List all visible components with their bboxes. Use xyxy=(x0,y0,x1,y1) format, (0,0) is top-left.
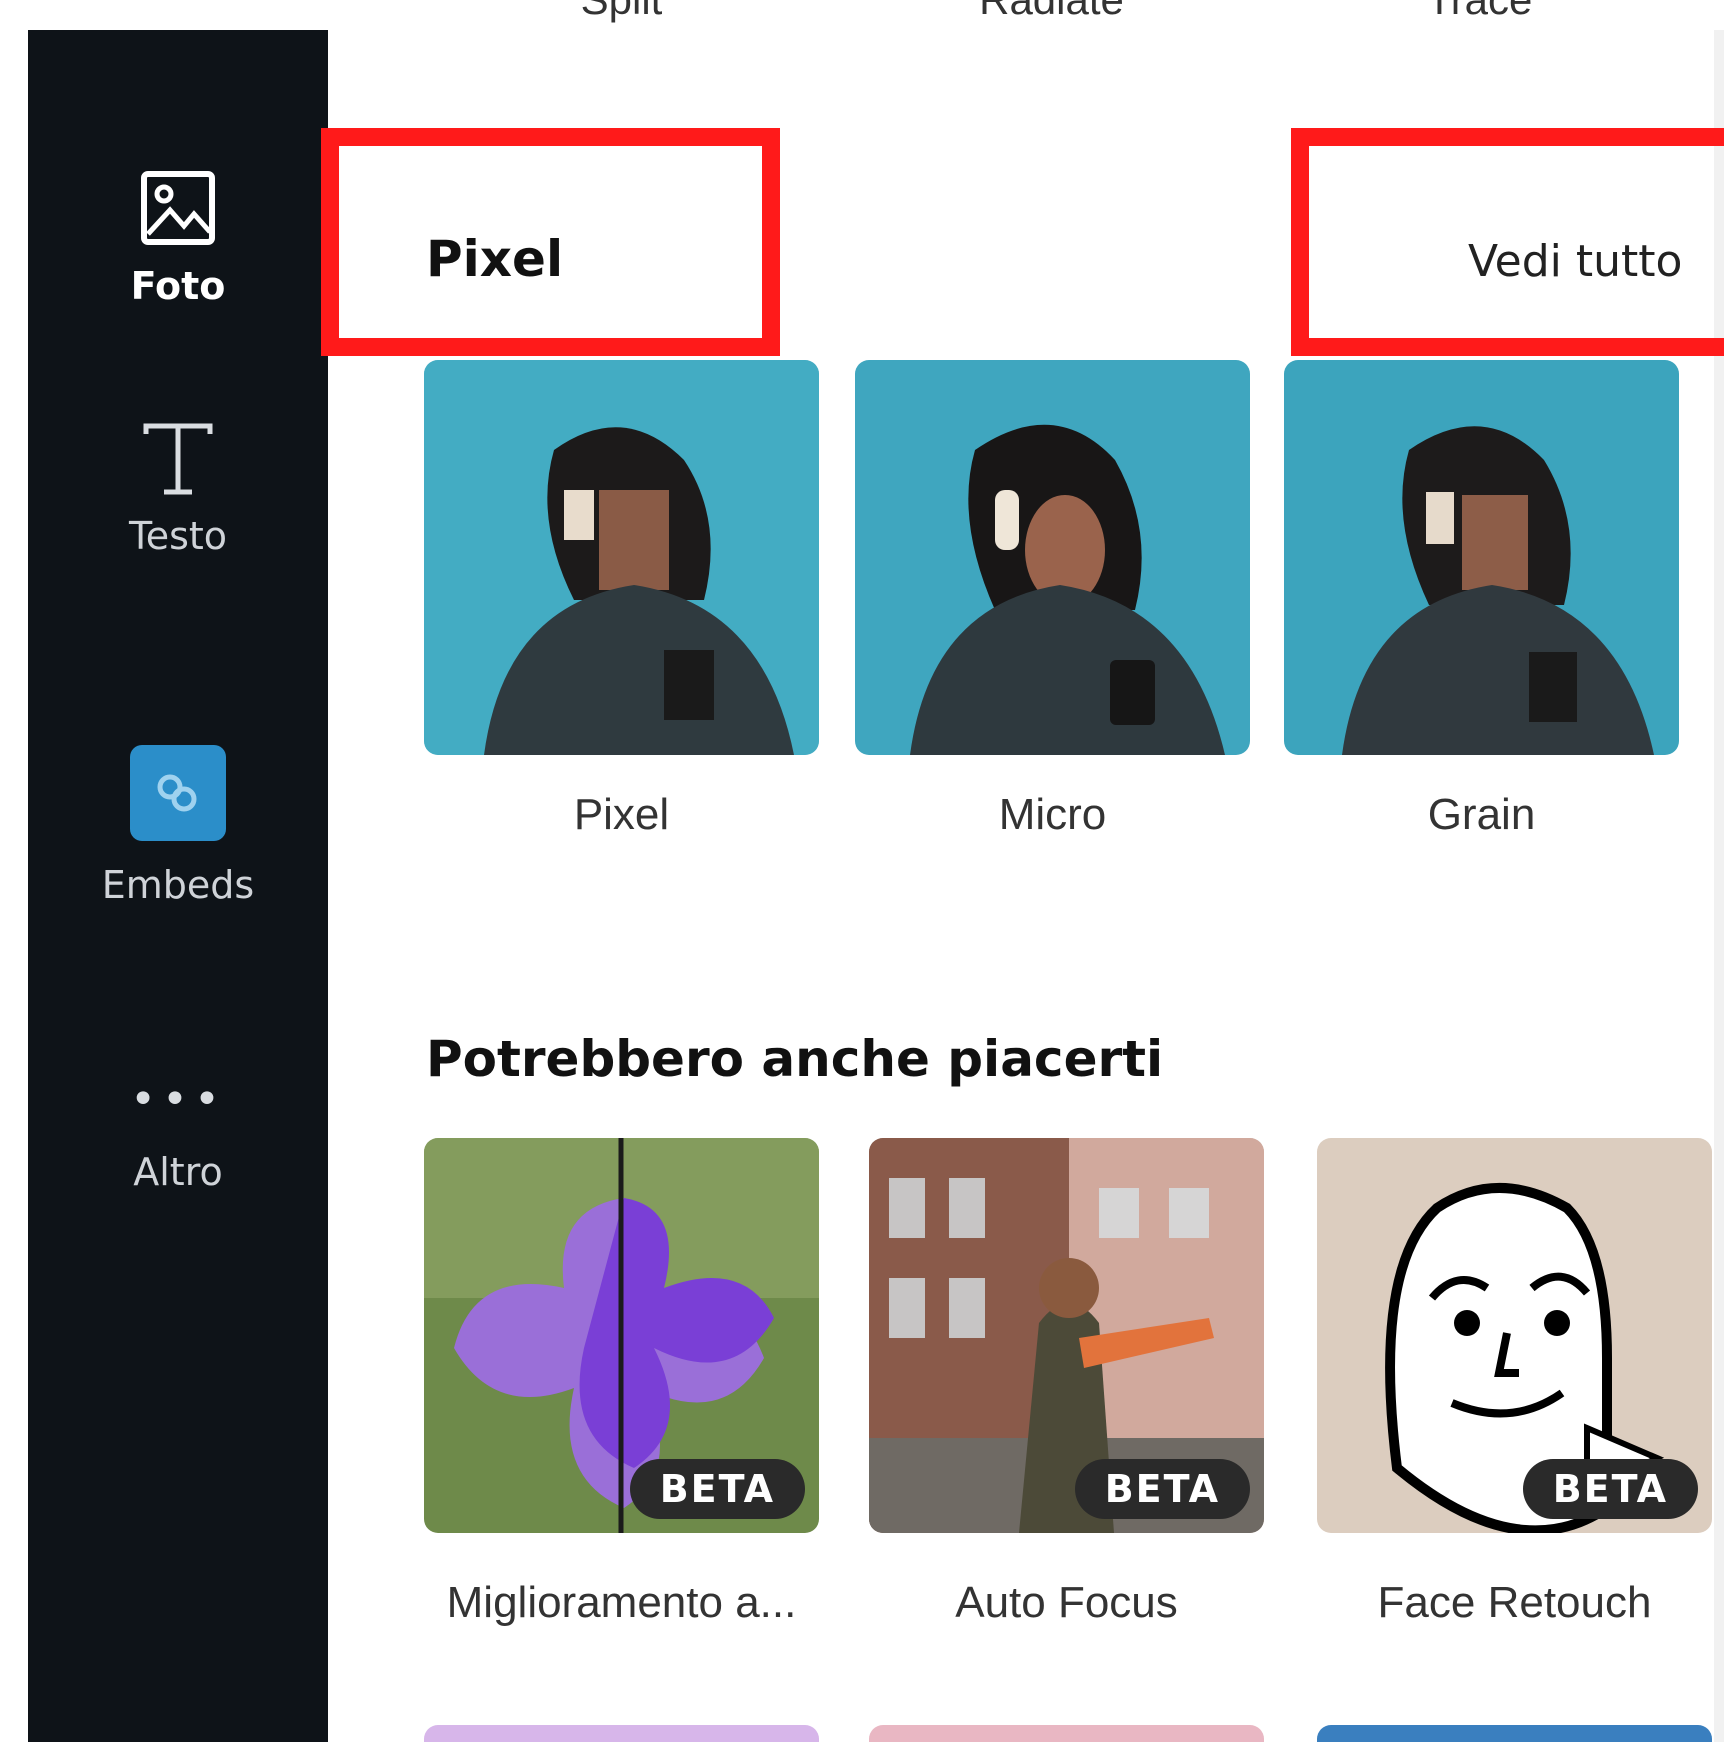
more-dots-icon: ••• xyxy=(130,1074,226,1125)
sidebar-item-label: Embeds xyxy=(101,863,255,907)
top-row-label: Split xyxy=(424,0,819,24)
sidebar-item-altro[interactable]: ••• Altro xyxy=(28,1074,328,1195)
highlight-box-pixel-title xyxy=(321,128,780,356)
effect-thumbnail xyxy=(855,360,1250,755)
suggestion-card-label: Auto Focus xyxy=(955,1578,1178,1627)
sidebar-item-label: Testo xyxy=(128,514,228,558)
beta-badge: BETA xyxy=(1522,1459,1698,1519)
left-sidebar: Foto Testo Embeds ••• Altro xyxy=(28,30,328,1742)
effect-thumbnail xyxy=(1284,360,1679,755)
beta-badge: BETA xyxy=(1074,1459,1250,1519)
top-row-label: Trace xyxy=(1282,0,1677,24)
suggestion-card-face-retouch[interactable]: BETA Face Retouch xyxy=(1317,1138,1712,1627)
effect-card-grain[interactable]: Grain xyxy=(1284,360,1679,839)
effect-card-label: Pixel xyxy=(573,790,670,839)
effect-card-micro[interactable]: Micro xyxy=(855,360,1250,839)
text-icon xyxy=(143,423,213,495)
photo-icon xyxy=(141,171,215,245)
partial-thumbnail[interactable] xyxy=(1317,1725,1712,1742)
effect-card-pixel[interactable]: Pixel xyxy=(424,360,819,839)
sidebar-item-label: Foto xyxy=(130,264,226,308)
suggestion-card-auto-focus[interactable]: BETA Auto Focus xyxy=(869,1138,1264,1627)
sidebar-item-label: Altro xyxy=(133,1150,223,1194)
section-title-suggestions: Potrebbero anche piacerti xyxy=(426,1030,1164,1088)
suggestion-thumbnail: BETA xyxy=(1317,1138,1712,1533)
partial-thumbnail[interactable] xyxy=(424,1725,819,1742)
suggestion-thumbnail: BETA xyxy=(869,1138,1264,1533)
sidebar-item-testo[interactable]: Testo xyxy=(28,420,328,558)
sidebar-item-foto[interactable]: Foto xyxy=(28,170,328,308)
effect-card-label: Micro xyxy=(998,790,1107,839)
beta-badge: BETA xyxy=(629,1459,805,1519)
effect-card-label: Grain xyxy=(1427,790,1536,839)
suggestion-card-enhance[interactable]: BETA Miglioramento a... xyxy=(424,1138,819,1627)
sidebar-item-embeds[interactable]: Embeds xyxy=(28,745,328,907)
suggestion-card-label: Face Retouch xyxy=(1377,1578,1652,1627)
top-row-label: Radiate xyxy=(854,0,1249,24)
suggestion-thumbnail: BETA xyxy=(424,1138,819,1533)
highlight-box-see-all xyxy=(1291,128,1724,356)
embeds-icon xyxy=(130,745,226,841)
suggestion-card-label: Miglioramento a... xyxy=(446,1578,797,1627)
partial-thumbnail[interactable] xyxy=(869,1725,1264,1742)
effect-thumbnail xyxy=(424,360,819,755)
